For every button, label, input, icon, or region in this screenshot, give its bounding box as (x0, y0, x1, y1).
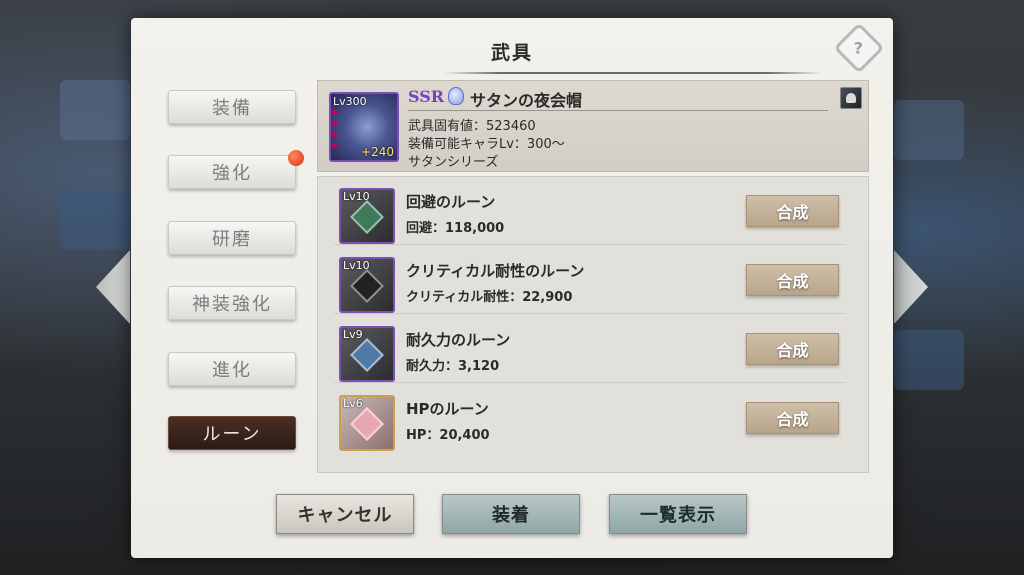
tab-polish[interactable]: 研磨 (168, 221, 296, 255)
rune-level: Lv6 (343, 397, 363, 410)
equipment-panel: 武具 ? 装備 強化 研磨 神装強化 進化 ルーン Lv300 +240 SSR (131, 18, 893, 558)
rune-name: クリティカル耐性のルーン (406, 262, 585, 280)
rune-row: Lv10 回避のルーン 回避：118,000 合成 (334, 177, 846, 245)
item-value: 武具固有値：523460 (408, 119, 536, 134)
list-view-label: 一覧表示 (640, 505, 716, 526)
gem-slots (332, 110, 338, 148)
item-header: Lv300 +240 SSR サタンの夜会帽 武具固有値：523460 装備可能… (317, 80, 869, 172)
green-rune-icon[interactable]: Lv10 (339, 188, 395, 244)
rune-name: 回避のルーン (406, 193, 496, 211)
item-series: サタンシリーズ (408, 155, 499, 170)
rune-name: HPのルーン (406, 400, 489, 418)
item-name-divider (408, 110, 828, 111)
background-card (60, 80, 130, 140)
rarity-gem-icon (448, 87, 464, 105)
combine-label: 合成 (776, 410, 809, 429)
combine-button[interactable]: 合成 (746, 402, 839, 434)
combine-button[interactable]: 合成 (746, 333, 839, 365)
item-icon[interactable]: Lv300 +240 (329, 92, 399, 162)
tab-label: 研磨 (212, 229, 252, 250)
rune-level: Lv9 (343, 328, 363, 341)
rune-list: Lv10 回避のルーン 回避：118,000 合成 Lv10 クリティカル耐性の… (317, 176, 869, 473)
item-plus: +240 (361, 145, 394, 159)
panel-title: 武具 (490, 42, 533, 64)
tab-enhance[interactable]: 強化 (168, 150, 304, 189)
background-card (60, 190, 130, 250)
equip-button[interactable]: 装着 (442, 494, 580, 534)
combine-label: 合成 (776, 203, 809, 222)
rune-row: Lv10 クリティカル耐性のルーン クリティカル耐性：22,900 合成 (334, 246, 846, 314)
help-button[interactable]: ? (833, 22, 885, 74)
tab-divine-enhance[interactable]: 神装強化 (168, 286, 296, 320)
title-divider (443, 72, 823, 74)
tab-label: 装備 (212, 98, 252, 119)
combine-button[interactable]: 合成 (746, 195, 839, 227)
dark-rune-icon[interactable]: Lv10 (339, 257, 395, 313)
background-card (894, 330, 964, 390)
tab-evolve[interactable]: 進化 (168, 352, 296, 386)
combine-label: 合成 (776, 341, 809, 360)
background-card (894, 100, 964, 160)
rune-stat: クリティカル耐性：22,900 (406, 290, 573, 305)
item-name: サタンの夜会帽 (470, 91, 583, 110)
tab-label: ルーン (202, 424, 262, 445)
help-icon: ? (854, 38, 864, 58)
combine-label: 合成 (776, 272, 809, 291)
cancel-button[interactable]: キャンセル (276, 494, 414, 534)
rune-stat: HP：20,400 (406, 428, 490, 443)
tab-rune[interactable]: ルーン (168, 416, 296, 450)
rune-row: Lv6 HPのルーン HP：20,400 合成 (334, 384, 846, 452)
item-equip-level: 装備可能キャラLv：300〜 (408, 137, 565, 152)
blue-rune-icon[interactable]: Lv9 (339, 326, 395, 382)
tab-equip[interactable]: 装備 (168, 90, 296, 124)
tab-label: 神装強化 (192, 294, 272, 315)
list-view-button[interactable]: 一覧表示 (609, 494, 747, 534)
combine-button[interactable]: 合成 (746, 264, 839, 296)
equip-label: 装着 (492, 505, 530, 526)
rune-name: 耐久力のルーン (406, 331, 511, 349)
rarity-label: SSR (408, 87, 445, 106)
rune-stat: 回避：118,000 (406, 221, 505, 236)
notification-badge (288, 150, 304, 166)
character-avatar-icon[interactable] (840, 87, 862, 109)
item-level: Lv300 (333, 95, 367, 108)
tab-label: 進化 (212, 360, 252, 381)
cancel-label: キャンセル (297, 505, 393, 526)
rune-stat: 耐久力：3,120 (406, 359, 500, 374)
rune-row: Lv9 耐久力のルーン 耐久力：3,120 合成 (334, 315, 846, 383)
tab-label: 強化 (212, 163, 252, 184)
heart-rune-icon[interactable]: Lv6 (339, 395, 395, 451)
